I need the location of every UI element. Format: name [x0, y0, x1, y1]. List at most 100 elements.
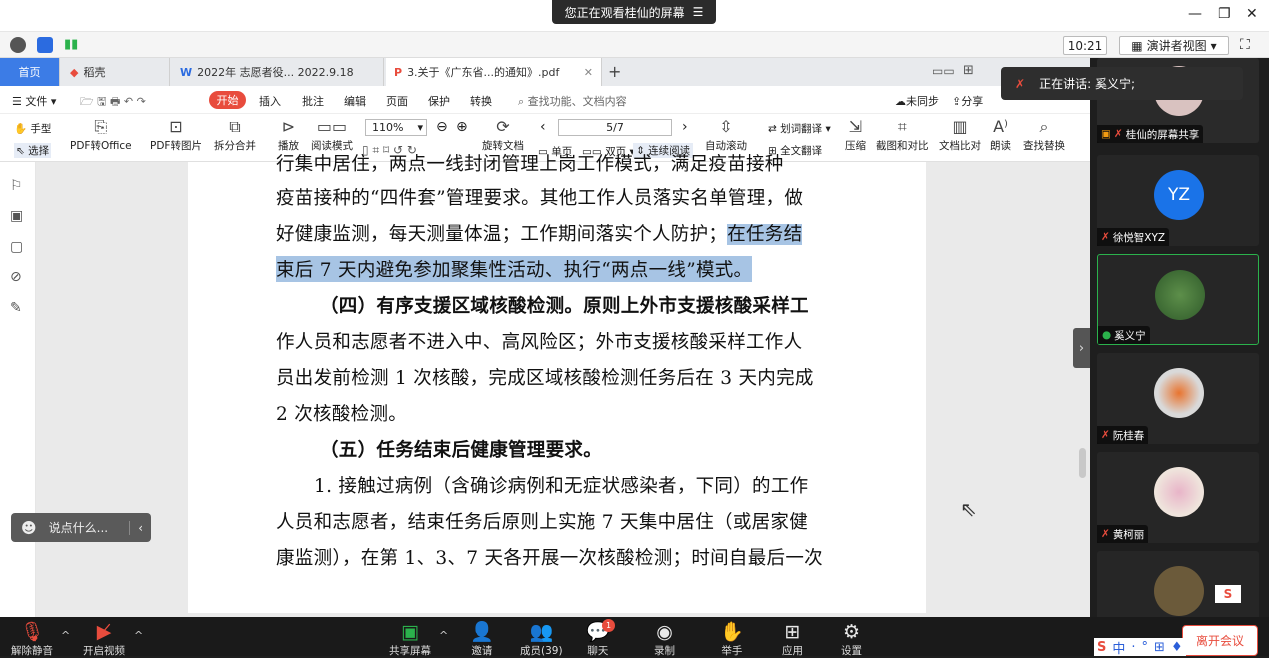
share-button[interactable]: ⇪分享 [952, 93, 983, 109]
hand-tool[interactable]: ✋ 手型 [14, 121, 51, 136]
select-tool[interactable]: ⇖ 选择 [14, 143, 52, 158]
quick-tools-icon[interactable]: 🗁 🖫 🖶 ↶ ↷ [80, 93, 146, 112]
screenshot-compare-button[interactable]: ⌗ 截图和对比 [876, 118, 929, 153]
participant-tile[interactable]: YZ ✗ 徐悦智XYZ [1097, 155, 1259, 246]
input-method-bar[interactable]: S 中 · ° ⊞ ♦ [1094, 638, 1186, 657]
zoom-in-icon[interactable]: ⊕ [456, 119, 468, 135]
avatar [1154, 368, 1204, 418]
window-layout-icon[interactable]: ▭▭ [932, 64, 955, 78]
scroll-thumb[interactable] [1079, 448, 1086, 478]
menu-protect[interactable]: 保护 [428, 93, 450, 109]
unmute-button[interactable]: 🎙 解除静音 [11, 621, 53, 658]
search-icon: ⌕ [518, 95, 525, 108]
split-merge-button[interactable]: ⧉ 拆分合并 [214, 118, 256, 153]
auto-scroll-button[interactable]: ⇳ 自动滚动 [705, 118, 747, 153]
participant-tile[interactable]: ✗ 阮桂春 [1097, 353, 1259, 444]
play-button[interactable]: ⊳ 播放 [278, 118, 299, 153]
split-icon: ⧉ [229, 117, 241, 136]
share-screen-button[interactable]: ▣ 共享屏幕 [389, 621, 431, 658]
chevron-up-icon[interactable]: ^ [134, 629, 143, 642]
tab-home[interactable]: 首页 [0, 58, 60, 86]
zoom-out-icon[interactable]: ⊖ [436, 119, 448, 135]
participant-tile[interactable]: S [1097, 551, 1259, 621]
comment-input[interactable]: ☻ 说点什么... ‹ [11, 513, 151, 542]
ime-mode[interactable]: 中 [1112, 638, 1125, 657]
menu-icon[interactable]: ☰ [693, 5, 704, 19]
bookmark-icon[interactable]: ⚐ [10, 178, 23, 194]
find-replace-button[interactable]: ⌕ 查找替换 [1023, 118, 1065, 153]
close-icon[interactable]: ✕ [1246, 6, 1258, 22]
panel-collapse-handle[interactable]: › [1073, 328, 1090, 368]
chevron-up-icon[interactable]: ^ [439, 629, 448, 642]
close-tab-icon[interactable]: ✕ [584, 66, 593, 79]
menu-convert[interactable]: 转换 [470, 93, 492, 109]
sync-status[interactable]: ☁未同步 [895, 93, 939, 109]
restore-icon[interactable]: ❐ [1218, 6, 1231, 22]
pdf-to-office-button[interactable]: ⎘ PDF转Office [70, 118, 132, 153]
read-aloud-button[interactable]: A⁾ 朗读 [990, 118, 1011, 153]
zoom-select[interactable]: 110% ▾ [365, 119, 427, 136]
file-menu[interactable]: ☰ 文件 ▾ [12, 93, 56, 109]
new-tab-icon[interactable]: + [608, 62, 621, 81]
participant-name-text: 徐悦智XYZ [1112, 231, 1166, 244]
start-tab[interactable]: 开始 [209, 91, 246, 109]
video-button[interactable]: ▶̸ 开启视频 [83, 621, 125, 658]
attachment-icon[interactable]: ⊘ [10, 269, 22, 285]
ime-skin[interactable]: ♦ [1171, 640, 1183, 655]
doc-line-text: 好健康监测，每天测量体温；工作期间落实个人防护； [276, 224, 728, 245]
ime-punct[interactable]: · [1131, 640, 1135, 655]
menu-annotate[interactable]: 批注 [302, 93, 324, 109]
word-translate-button[interactable]: ⇄ 划词翻译 ▾ [768, 121, 831, 136]
view-mode-select[interactable]: ▦ 演讲者视图 ▾ [1119, 36, 1229, 55]
settings-button[interactable]: ⚙ 设置 [841, 621, 862, 658]
mic-active-icon: ● [1102, 329, 1112, 341]
compress-button[interactable]: ⇲ 压缩 [845, 118, 866, 153]
thumbnail-icon[interactable]: ▣ [10, 208, 23, 224]
menu-page[interactable]: 页面 [386, 93, 408, 109]
doc-compare-button[interactable]: ▥ 文档比对 [939, 118, 981, 153]
search-box[interactable]: ⌕ 查找功能、文档内容 [518, 93, 627, 109]
comment-icon[interactable]: ▢ [10, 239, 23, 255]
tab-daoke[interactable]: ◆ 稻壳 [62, 58, 170, 86]
shield-icon[interactable] [37, 37, 53, 53]
apps-button[interactable]: ⊞ 应用 [782, 621, 803, 658]
chevron-left-icon[interactable]: ‹ [129, 520, 151, 535]
ime-voice[interactable]: ° [1142, 640, 1149, 655]
rotate-doc-button[interactable]: ⟳ 旋转文档 [482, 118, 524, 153]
signal-icon[interactable]: ▮▮ [64, 37, 80, 53]
chevron-down-icon: ▾ [417, 121, 423, 134]
info-icon[interactable] [10, 37, 26, 53]
doc-scrollbar[interactable] [1076, 168, 1088, 613]
apps-icon: ⊞ [784, 621, 801, 643]
chevron-up-icon[interactable]: ^ [61, 629, 70, 642]
invite-button[interactable]: 👤 邀请 [470, 621, 494, 658]
read-mode-button[interactable]: ▭▭ 阅读模式 [311, 118, 353, 153]
prev-page-icon[interactable]: ‹ [540, 119, 546, 135]
signature-icon[interactable]: ✎ [10, 300, 22, 316]
daoke-logo-icon: ◆ [70, 65, 79, 79]
members-button[interactable]: 👥 成员(39) [520, 621, 563, 658]
fullscreen-icon[interactable]: ⛶ [1240, 37, 1250, 53]
ime-keyboard[interactable]: ⊞ [1154, 640, 1165, 655]
tab-doc[interactable]: W 2022年 志愿者役... 2022.9.18 [172, 58, 384, 86]
apps-grid-icon[interactable]: ⊞ [963, 63, 974, 78]
tab-pdf[interactable]: P 3.关于《广东省...的通知》.pdf ✕ [386, 58, 602, 86]
pdf-to-image-button[interactable]: ⊡ PDF转图片 [150, 118, 202, 153]
emoji-icon[interactable]: ☻ [21, 519, 37, 537]
doc-line: 康监测），在第 1、3、7 天各开展一次核酸检测；时间自最后一次 [276, 548, 823, 569]
doc-line: 1. 接触过病例（含确诊病例和无症状感染者，下同）的工作 [314, 476, 809, 497]
leave-meeting-button[interactable]: 离开会议 [1182, 625, 1258, 656]
participant-tile[interactable]: ✗ 黄柯丽 [1097, 452, 1259, 543]
menu-edit[interactable]: 编辑 [344, 93, 366, 109]
meeting-controls: 🎙 解除静音 ^ ▶̸ 开启视频 ^ ▣ 共享屏幕 ^ 👤 邀请 👥 成员(39) 💬 聊天… [0, 617, 1269, 658]
page-number-input[interactable]: 5/7 [558, 119, 672, 136]
participant-tile[interactable]: ● 奚义宁 [1097, 254, 1259, 345]
menu-insert[interactable]: 插入 [259, 93, 281, 109]
raise-hand-button[interactable]: ✋ 举手 [720, 621, 744, 658]
minimize-icon[interactable]: — [1188, 6, 1202, 22]
chevron-down-icon: ▾ [1210, 38, 1217, 53]
highlighted-text: 在任务结 [727, 224, 803, 245]
next-page-icon[interactable]: › [682, 119, 688, 135]
record-button[interactable]: ◉ 录制 [654, 621, 675, 658]
grid-icon: ▦ [1131, 38, 1143, 53]
